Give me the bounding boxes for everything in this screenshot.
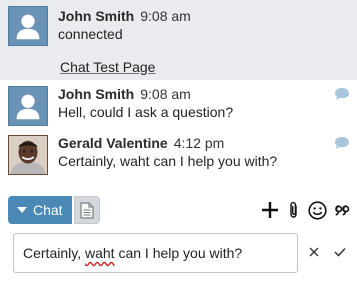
plus-icon[interactable] xyxy=(260,200,280,220)
sender-name: John Smith xyxy=(58,86,135,102)
message-text: connected xyxy=(58,26,123,42)
message-input-value: Certainly, waht can I help you with? xyxy=(23,245,242,261)
emoji-icon[interactable] xyxy=(307,200,327,220)
send-check-icon[interactable] xyxy=(333,244,347,260)
message-time: 4:12 pm xyxy=(173,135,225,151)
sender-name: John Smith xyxy=(58,8,135,24)
cancel-icon[interactable] xyxy=(307,244,321,260)
chat-button-label: Chat xyxy=(33,202,63,218)
gerald-avatar xyxy=(8,135,48,175)
sender-name: Gerald Valentine xyxy=(58,135,168,151)
message-header: John Smith 9:08 am xyxy=(58,86,191,102)
document-button[interactable] xyxy=(74,196,100,224)
chat-bubble-icon[interactable] xyxy=(334,87,350,101)
input-text-after: can I help you with? xyxy=(114,245,243,261)
chat-bubble-icon[interactable] xyxy=(334,136,350,150)
caret-down-icon xyxy=(17,207,27,213)
message-input[interactable]: Certainly, waht can I help you with? xyxy=(13,233,298,273)
quote-icon[interactable] xyxy=(333,200,353,220)
message-header: John Smith 9:08 am xyxy=(58,8,191,24)
chat-menu-button[interactable]: Chat xyxy=(8,196,72,224)
chat-test-page-link[interactable]: Chat Test Page xyxy=(60,59,155,75)
user-avatar xyxy=(8,6,48,46)
input-text-before: Certainly, xyxy=(23,245,85,261)
message-text: Certainly, waht can I help you with? xyxy=(58,153,278,169)
attachment-icon[interactable] xyxy=(284,200,304,220)
message-time: 9:08 am xyxy=(140,8,191,24)
default-user-icon xyxy=(9,7,47,45)
user-avatar xyxy=(8,86,48,126)
message-text: Hell, could I ask a question? xyxy=(58,104,234,120)
document-icon xyxy=(80,201,94,219)
misspelled-word: waht xyxy=(84,245,115,261)
system-message-block: John Smith 9:08 am connected Chat Test Pa… xyxy=(0,0,357,80)
message-header: Gerald Valentine 4:12 pm xyxy=(58,135,224,151)
default-user-icon xyxy=(9,87,47,125)
user-photo-icon xyxy=(9,136,47,174)
message-time: 9:08 am xyxy=(140,86,191,102)
